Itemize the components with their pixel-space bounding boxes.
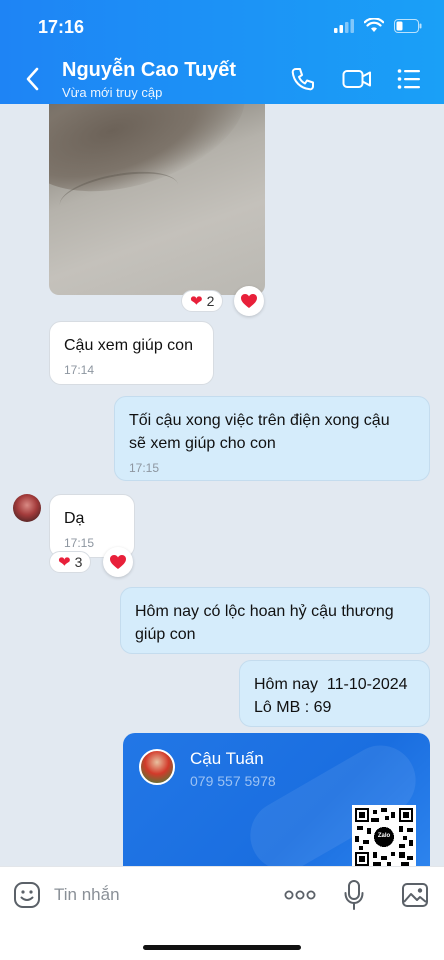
chat-header: 17:16 Nguyễn Cao Tuyết Vừa mới truy cập	[0, 0, 444, 104]
status-time: 17:16	[38, 17, 85, 37]
react-button[interactable]	[234, 286, 264, 316]
contact-name[interactable]: Nguyễn Cao Tuyết	[62, 59, 236, 82]
qr-code[interactable]: Zalo	[352, 805, 416, 866]
contact-avatar[interactable]	[13, 494, 41, 522]
wifi-icon	[364, 18, 384, 32]
heart-icon: ❤	[58, 554, 71, 571]
reaction-count: 2	[206, 293, 215, 309]
menu-icon[interactable]	[396, 66, 422, 92]
more-icon[interactable]	[284, 889, 316, 901]
back-icon[interactable]	[22, 66, 44, 92]
mic-icon[interactable]	[343, 879, 365, 911]
sticker-icon[interactable]	[13, 881, 41, 909]
status-icons	[334, 18, 422, 33]
message-text-line: Tối cậu xong việc trên điện xong cậu	[129, 412, 390, 429]
phone-icon[interactable]	[290, 66, 316, 92]
contact-card-message[interactable]: Cậu Tuấn 079 557 5978 Zalo	[123, 733, 430, 866]
battery-icon	[394, 18, 422, 33]
message-time: 17:15	[129, 461, 160, 475]
message-text-line: Lô MB : 69	[254, 699, 332, 716]
photo-message[interactable]	[49, 104, 265, 295]
message-text: Dạ	[64, 510, 85, 527]
qr-logo-text: Zalo	[377, 833, 391, 839]
react-button[interactable]	[103, 547, 133, 577]
message-text: Cậu xem giúp con	[64, 337, 193, 354]
reaction-count: 3	[74, 554, 83, 570]
outgoing-message[interactable]: Hôm nay có lộc hoan hỷ cậu thương giúp c…	[120, 587, 430, 654]
chat-area[interactable]: ❤ 2 Cậu xem giúp con 17:14 Tối cậu xong …	[0, 104, 444, 866]
outgoing-message[interactable]: Tối cậu xong việc trên điện xong cậu sẽ …	[114, 396, 430, 481]
photo-reaction-summary[interactable]: ❤ 2	[181, 290, 224, 312]
signal-icon	[334, 18, 354, 33]
outgoing-message[interactable]: Hôm nay 11-10-2024 Lô MB : 69	[239, 660, 430, 727]
image-icon[interactable]	[401, 881, 429, 909]
home-indicator	[143, 945, 301, 950]
message-text-line: Hôm nay 11-10-2024	[254, 676, 408, 693]
message-input[interactable]: Tin nhắn	[54, 885, 120, 905]
heart-icon: ❤	[190, 293, 203, 310]
incoming-message[interactable]: Cậu xem giúp con 17:14	[49, 321, 214, 385]
message-reaction-summary[interactable]: ❤ 3	[49, 551, 92, 573]
message-text-line: giúp con	[135, 626, 196, 643]
heart-icon	[241, 294, 257, 308]
message-input-bar: Tin nhắn	[0, 866, 444, 960]
message-text-line: sẽ xem giúp cho con	[129, 435, 276, 452]
message-text-line: Hôm nay có lộc hoan hỷ cậu thương	[135, 603, 394, 620]
contact-status: Vừa mới truy cập	[62, 85, 163, 100]
video-icon[interactable]	[342, 66, 372, 92]
heart-icon	[110, 555, 126, 569]
card-contact-name: Cậu Tuấn	[190, 749, 264, 768]
card-contact-phone: 079 557 5978	[190, 773, 276, 789]
message-time: 17:14	[64, 363, 95, 377]
card-avatar	[139, 749, 175, 785]
